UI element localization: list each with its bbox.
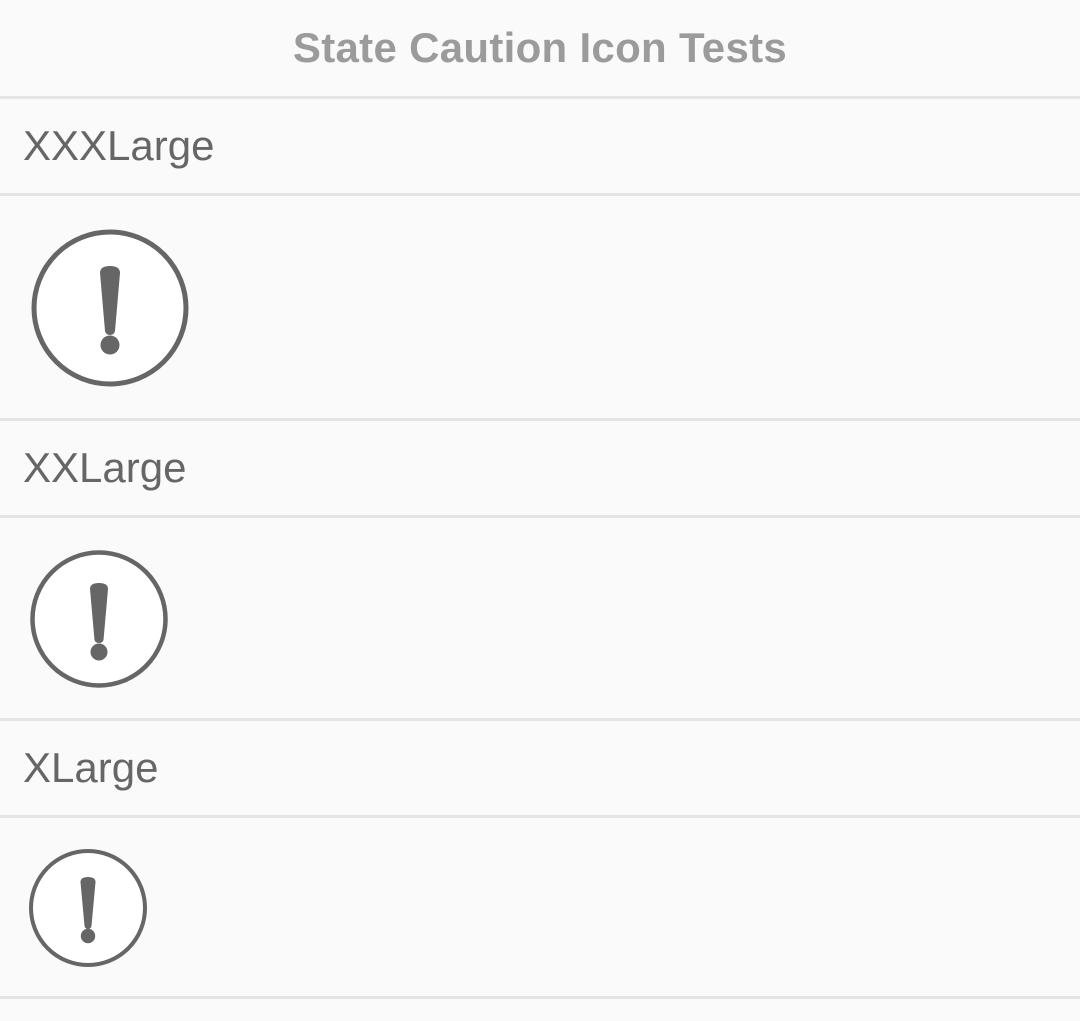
section-label: XXLarge <box>23 444 187 491</box>
page-title: State Caution Icon Tests <box>292 24 788 71</box>
navigation-bar: State Caution Icon Tests <box>0 0 1080 99</box>
section-header-xlarge: XLarge <box>0 721 1080 818</box>
caution-icon <box>31 229 189 387</box>
section-label: XXXLarge <box>23 122 215 169</box>
section-header-xxlarge: XXLarge <box>0 421 1080 518</box>
icon-row-xxlarge <box>0 518 1080 721</box>
icon-test-screen: State Caution Icon Tests XXXLarge XXLarg… <box>0 0 1080 1021</box>
caution-icon <box>29 849 147 967</box>
icon-row-xxxlarge <box>0 196 1080 421</box>
caution-icon <box>30 550 168 688</box>
section-header-xxxlarge: XXXLarge <box>0 99 1080 196</box>
icon-row-xlarge <box>0 818 1080 999</box>
section-label: XLarge <box>23 744 159 791</box>
